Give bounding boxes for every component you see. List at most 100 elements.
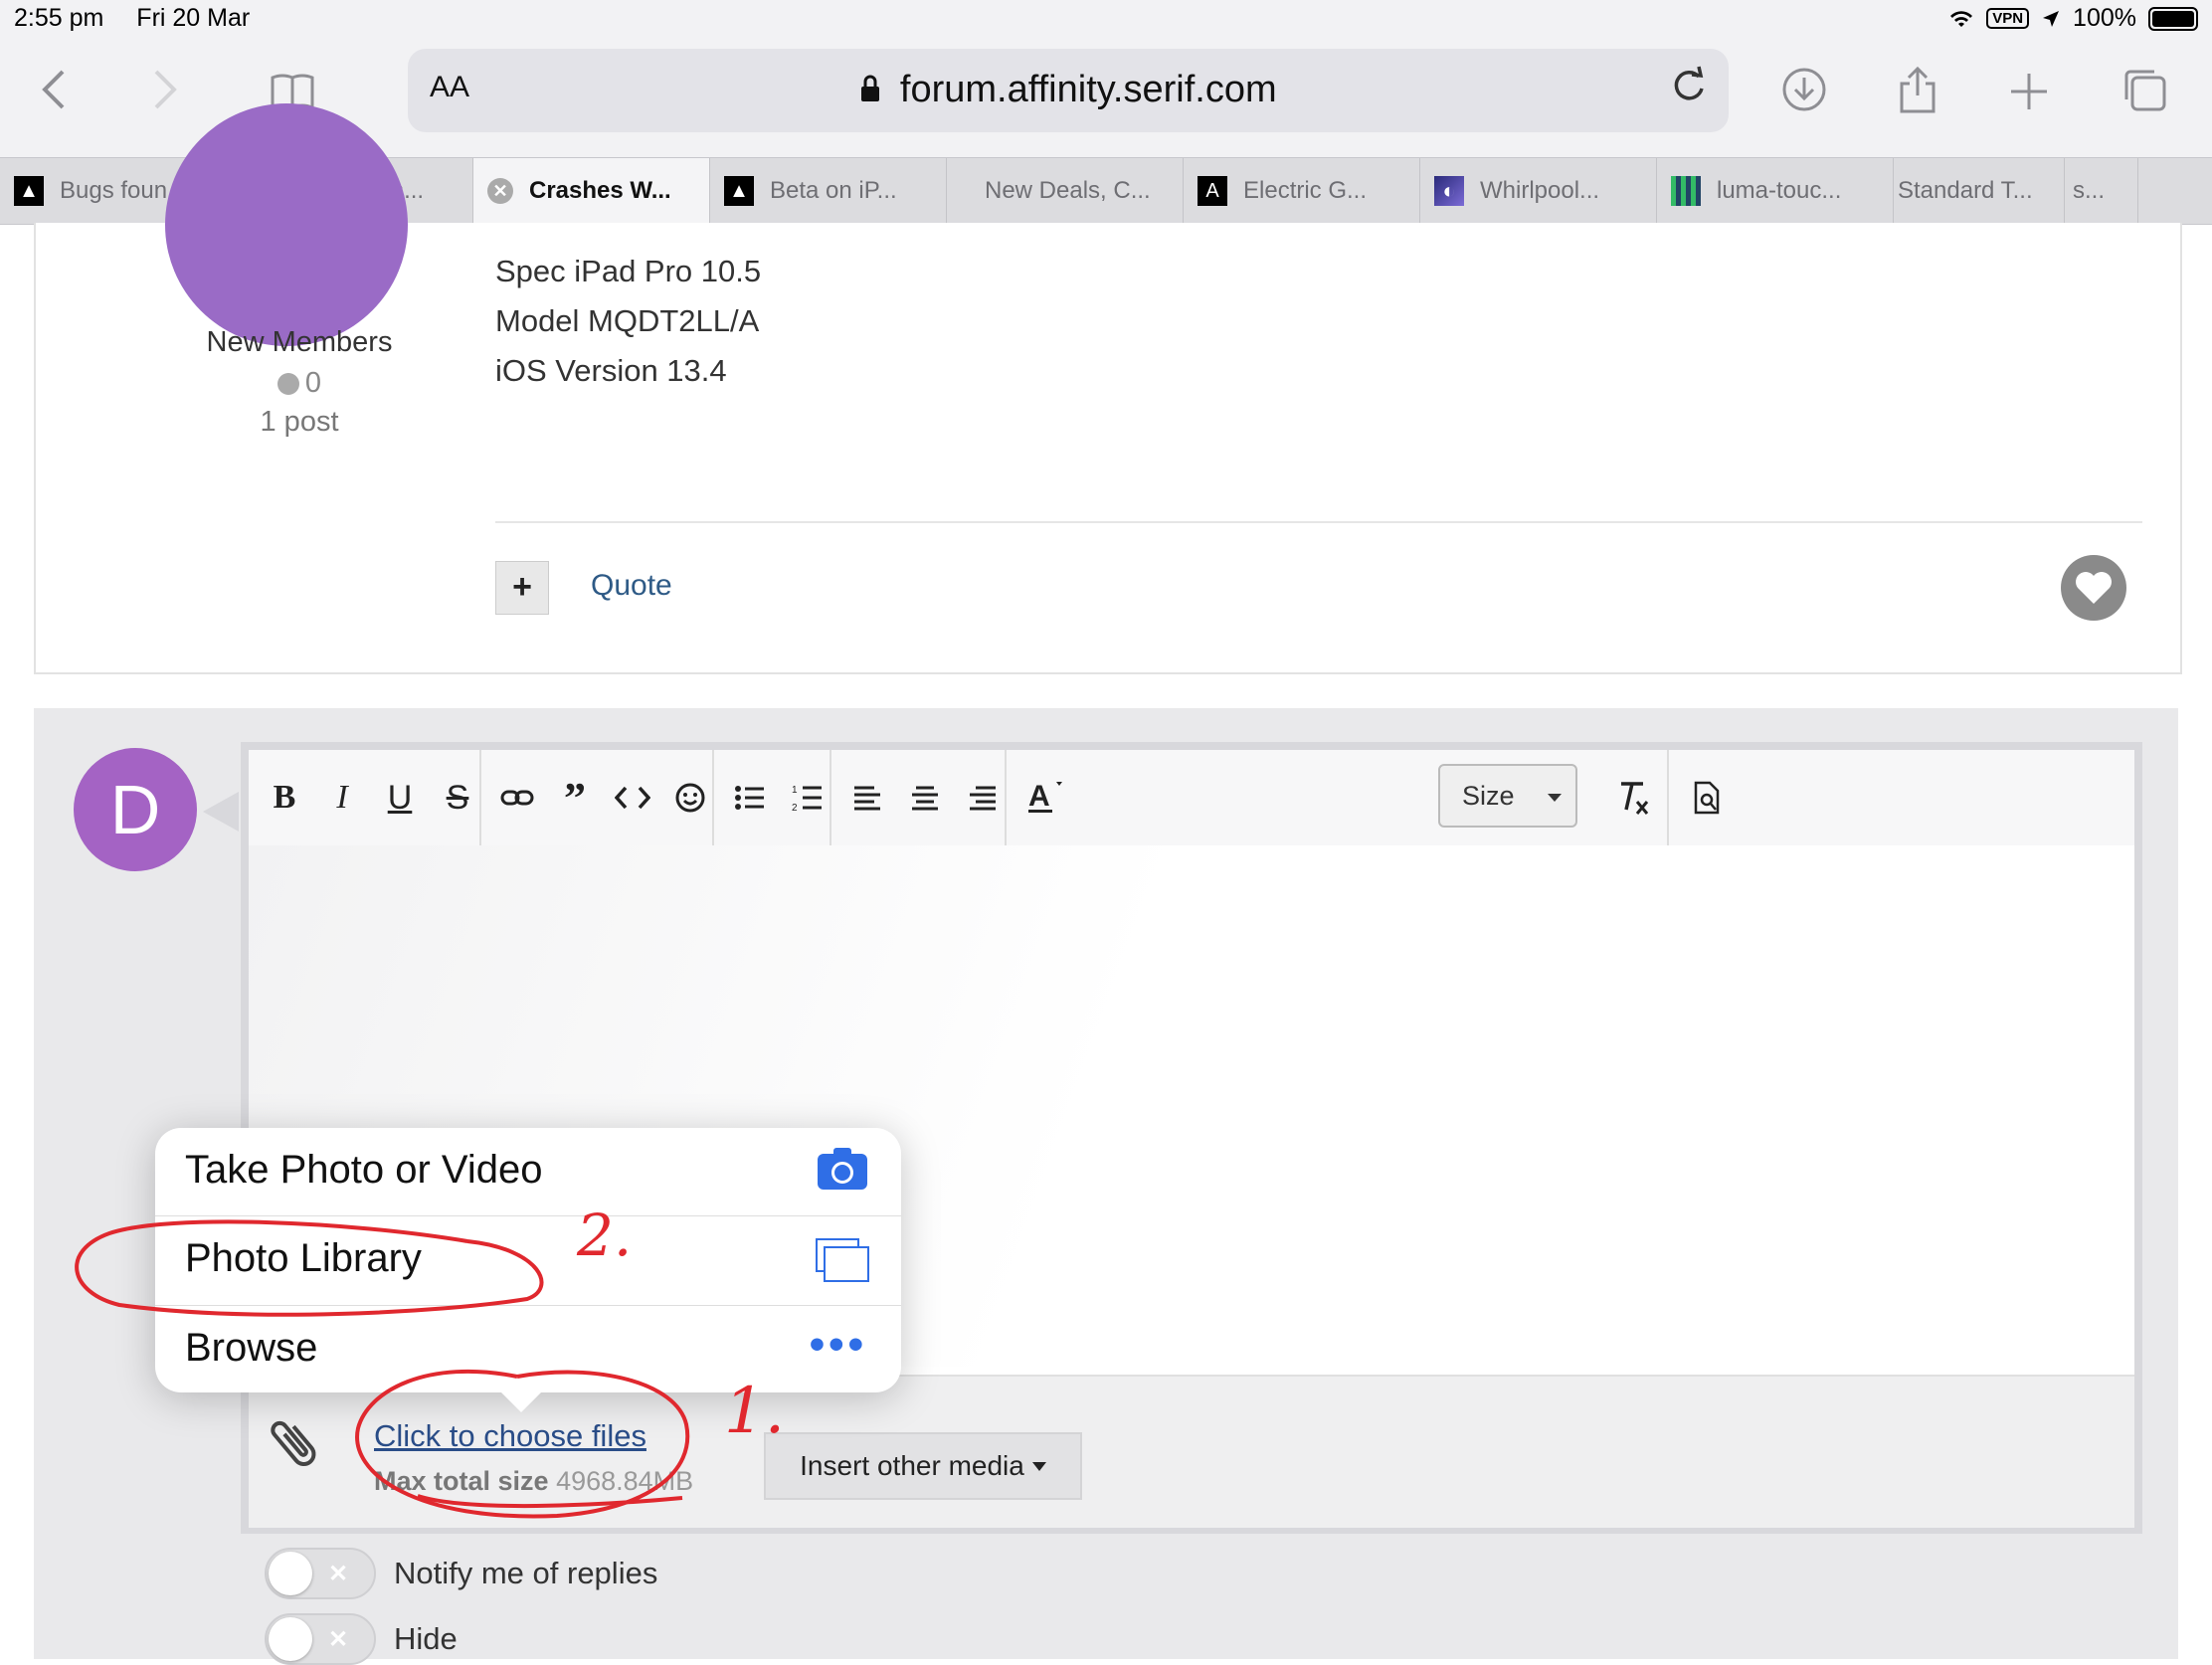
multiquote-button[interactable]: + [495, 561, 549, 615]
tab-crashes-active[interactable]: ✕ Crashes W... [473, 158, 710, 224]
grid-icon [1671, 176, 1701, 206]
post-card: New Members 0 1 post Spec iPad Pro 10.5 … [34, 103, 2182, 674]
hide-toggle[interactable]: ✕ [265, 1613, 376, 1665]
svg-text:1: 1 [792, 785, 798, 796]
svg-text:A: A [1028, 780, 1050, 813]
status-bar-left: 2:55 pm Fri 20 Mar [14, 4, 276, 33]
tab-new-deals[interactable]: New Deals, C... [947, 158, 1184, 224]
max-size-info: Max total size 4968.84MB [374, 1466, 693, 1497]
max-size-value: 4968.84MB [556, 1466, 694, 1496]
tab-beta-on-ipad[interactable]: ▲ Beta on iP... [710, 158, 947, 224]
code-icon[interactable] [603, 768, 662, 828]
status-time: 2:55 pm [14, 4, 104, 32]
bold-icon[interactable]: B [255, 768, 314, 828]
close-icon[interactable]: ✕ [487, 178, 513, 204]
toggle-knob [269, 1552, 312, 1595]
align-left-icon[interactable] [837, 768, 897, 828]
text-color-icon[interactable]: A [1014, 768, 1074, 828]
insert-media-label: Insert other media [800, 1450, 1024, 1481]
photo-library-option[interactable]: Photo Library [155, 1215, 901, 1305]
reload-icon[interactable] [1671, 65, 1707, 114]
reputation-icon [276, 373, 299, 396]
forward-icon[interactable] [135, 66, 195, 125]
new-tab-icon[interactable] [1999, 66, 2059, 125]
font-size-label: Size [1462, 780, 1515, 811]
take-photo-label: Take Photo or Video [185, 1148, 543, 1192]
hide-option: ✕ Hide [265, 1613, 458, 1665]
spec-line: Spec iPad Pro 10.5 [495, 254, 762, 288]
whirlpool-icon: ◐ [1434, 176, 1464, 206]
lock-icon [861, 75, 880, 101]
wifi-icon [1950, 10, 1973, 27]
link-icon[interactable] [487, 768, 547, 828]
like-heart-icon[interactable] [2061, 555, 2126, 621]
align-center-icon[interactable] [895, 768, 955, 828]
align-right-icon[interactable] [953, 768, 1013, 828]
author-info: New Members 0 1 post [135, 326, 463, 439]
tab-standard[interactable]: Standard T... [1894, 158, 2065, 224]
emoji-icon[interactable] [660, 768, 720, 828]
post-divider [495, 521, 2142, 523]
tab-electric-g[interactable]: A Electric G... [1184, 158, 1420, 224]
insert-other-media-button[interactable]: Insert other media [764, 1432, 1082, 1500]
address-bar[interactable]: AA forum.affinity.serif.com [408, 49, 1729, 132]
status-bar: 2:55 pm Fri 20 Mar VPN 100% [0, 0, 2212, 40]
editor-toolbar: B I U S ” 12 A Size [249, 750, 2134, 845]
take-photo-option[interactable]: Take Photo or Video [155, 1128, 901, 1215]
battery-icon [2148, 6, 2198, 31]
affinity-icon: ▲ [724, 176, 754, 206]
toolbar-separator [1667, 750, 1669, 845]
toolbar-separator [712, 750, 714, 845]
underline-icon[interactable]: U [370, 768, 430, 828]
url-display[interactable]: forum.affinity.serif.com [408, 69, 1729, 111]
download-icon[interactable] [1774, 66, 1834, 125]
tab-whirlpool[interactable]: ◐ Whirlpool... [1420, 158, 1657, 224]
preview-icon[interactable] [1677, 768, 1737, 828]
reputation: 0 [135, 367, 463, 400]
back-icon[interactable] [24, 66, 84, 125]
reputation-value: 0 [304, 367, 322, 399]
tab-label: Standard T... [1898, 177, 2033, 204]
hide-label: Hide [394, 1621, 458, 1656]
quote-icon[interactable]: ” [545, 768, 605, 828]
close-icon: ✕ [328, 1626, 349, 1653]
tab-luma-touch[interactable]: luma-touc... [1657, 158, 1894, 224]
tab-label: New Deals, C... [985, 177, 1151, 204]
author-avatar[interactable] [165, 103, 408, 346]
status-date: Fri 20 Mar [136, 4, 251, 32]
location-icon [2043, 10, 2060, 27]
bullet-list-icon[interactable] [720, 768, 780, 828]
chevron-down-icon [1548, 794, 1562, 802]
tab-label: Electric G... [1243, 177, 1368, 204]
browse-option[interactable]: Browse ••• [155, 1305, 901, 1392]
choose-files-link[interactable]: Click to choose files [374, 1418, 646, 1454]
svg-text:2: 2 [792, 803, 798, 813]
toolbar-separator [830, 750, 831, 845]
notify-replies-toggle[interactable]: ✕ [265, 1548, 376, 1599]
strikethrough-icon[interactable]: S [428, 768, 487, 828]
popover-arrow [497, 1388, 545, 1412]
tab-label: luma-touc... [1717, 177, 1842, 204]
browse-label: Browse [185, 1326, 318, 1370]
clear-format-icon[interactable] [1603, 768, 1663, 828]
tab-label: Crashes W... [529, 177, 671, 204]
url-text: forum.affinity.serif.com [899, 69, 1277, 110]
share-icon[interactable] [1888, 66, 1947, 125]
numbered-list-icon[interactable]: 12 [778, 768, 837, 828]
user-avatar[interactable]: D [74, 748, 197, 871]
tab-label: Whirlpool... [1480, 177, 1600, 204]
post-count: 1 post [260, 406, 339, 438]
paperclip-icon [261, 1407, 336, 1488]
font-size-select[interactable]: Size [1438, 764, 1577, 828]
tabs-overview-icon[interactable] [2115, 66, 2174, 125]
author-group-label: New Members [206, 326, 393, 358]
tab-overflow[interactable]: s... [2065, 158, 2138, 224]
toolbar-separator [1005, 750, 1007, 845]
affinity-icon: ▲ [14, 176, 44, 206]
toggle-knob [269, 1617, 312, 1661]
quote-link[interactable]: Quote [591, 569, 672, 603]
notify-replies-label: Notify me of replies [394, 1556, 658, 1590]
tab-label: Beta on iP... [770, 177, 897, 204]
italic-icon[interactable]: I [312, 768, 372, 828]
spec-line: Model MQDT2LL/A [495, 303, 760, 338]
